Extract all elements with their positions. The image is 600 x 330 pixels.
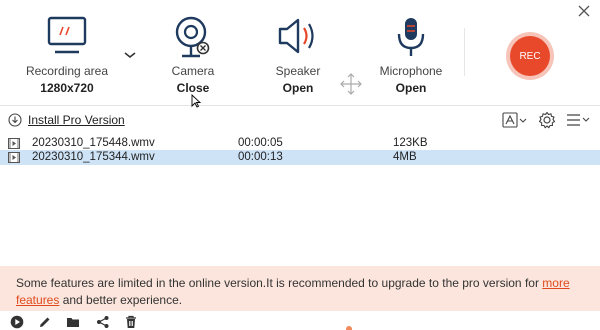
menu-button[interactable] bbox=[566, 112, 592, 128]
monitor-icon bbox=[47, 16, 87, 54]
notification-indicator bbox=[346, 326, 352, 330]
video-file-icon bbox=[8, 138, 20, 149]
recording-area-label: Recording area bbox=[25, 64, 109, 78]
file-name: 20230310_175448.wmv bbox=[32, 137, 155, 149]
list-toolbar: Install Pro Version bbox=[0, 107, 600, 134]
notice-text-after: and better experience. bbox=[59, 293, 183, 307]
list-item-selected[interactable]: 20230310_175344.wmv 00:00:13 4MB bbox=[0, 150, 600, 165]
microphone-label: Microphone bbox=[379, 64, 443, 78]
file-size: 4MB bbox=[393, 151, 417, 163]
camera-control[interactable]: Camera Close bbox=[138, 16, 248, 95]
install-pro-label: Install Pro Version bbox=[28, 113, 125, 127]
folder-icon[interactable] bbox=[66, 315, 80, 329]
file-size: 123KB bbox=[393, 137, 428, 149]
list-item[interactable]: 20230310_175448.wmv 00:00:05 123KB bbox=[0, 136, 600, 151]
settings-button[interactable] bbox=[538, 111, 556, 129]
speaker-label: Speaker bbox=[275, 64, 321, 78]
text-format-icon bbox=[502, 112, 527, 128]
video-file-icon bbox=[8, 152, 20, 163]
microphone-control[interactable]: Microphone Open bbox=[356, 16, 466, 95]
download-icon bbox=[8, 113, 22, 127]
recording-area-control[interactable]: Recording area 1280x720 bbox=[12, 16, 122, 95]
microphone-value: Open bbox=[395, 81, 427, 95]
chevron-down-icon[interactable] bbox=[123, 50, 137, 60]
camera-label: Camera bbox=[171, 64, 215, 78]
notice-text-before: Some features are limited in the online … bbox=[16, 276, 543, 290]
recordings-list: 20230310_175448.wmv 00:00:05 123KB 20230… bbox=[0, 134, 600, 266]
upgrade-notice: Some features are limited in the online … bbox=[0, 266, 600, 311]
microphone-icon bbox=[397, 18, 425, 56]
edit-icon[interactable] bbox=[38, 315, 52, 329]
record-button[interactable]: REC bbox=[510, 36, 550, 76]
toolbar-divider bbox=[464, 28, 465, 76]
speaker-control[interactable]: Speaker Open bbox=[243, 16, 353, 95]
recording-area-value: 1280x720 bbox=[40, 81, 94, 95]
trash-icon[interactable] bbox=[124, 315, 138, 329]
gear-icon bbox=[538, 111, 556, 129]
bottom-action-bar bbox=[0, 311, 600, 330]
file-duration: 00:00:13 bbox=[238, 151, 283, 163]
file-name: 20230310_175344.wmv bbox=[32, 151, 155, 163]
install-pro-link[interactable]: Install Pro Version bbox=[8, 113, 125, 127]
mouse-cursor-icon bbox=[191, 94, 201, 108]
webcam-icon bbox=[175, 16, 210, 58]
camera-value: Close bbox=[176, 81, 210, 95]
speaker-value: Open bbox=[282, 81, 314, 95]
speaker-icon bbox=[278, 18, 314, 54]
share-icon[interactable] bbox=[96, 315, 110, 329]
menu-icon bbox=[567, 114, 590, 126]
play-icon[interactable] bbox=[10, 315, 24, 329]
file-duration: 00:00:05 bbox=[238, 137, 283, 149]
text-format-button[interactable] bbox=[502, 112, 528, 128]
recording-toolbar: Recording area 1280x720 Camera Close Spe… bbox=[0, 0, 600, 108]
